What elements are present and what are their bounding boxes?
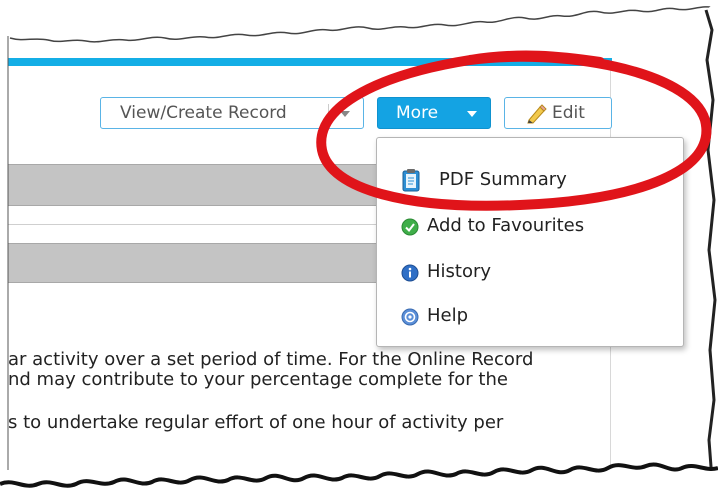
more-dropdown-menu: PDF Summary Add to Favourites History He… [376,137,684,347]
menu-item-label: History [427,261,492,282]
menu-item-label: Add to Favourites [427,215,585,236]
menu-item-history[interactable]: History [377,252,683,292]
clipboard-icon [402,169,420,192]
menu-item-help[interactable]: Help [377,296,683,336]
question-circle-icon [401,308,419,326]
menu-item-add-to-favourites[interactable]: Add to Favourites [377,206,683,246]
check-circle-icon [401,218,419,236]
menu-item-label: Help [427,305,469,326]
menu-item-label: PDF Summary [439,169,567,190]
info-circle-icon [401,264,419,282]
menu-item-pdf-summary[interactable]: PDF Summary [377,160,683,200]
